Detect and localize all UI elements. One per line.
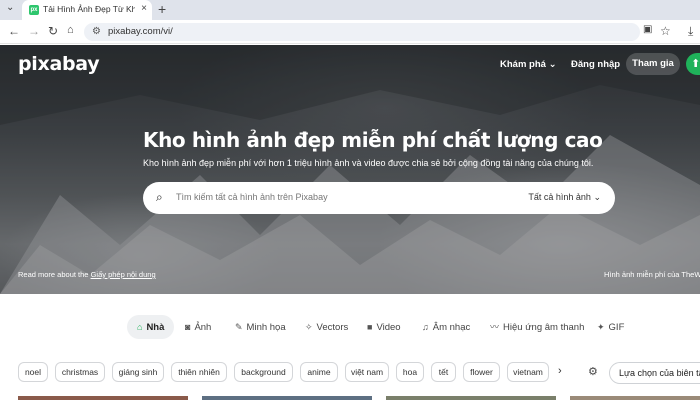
sound-wave-icon: 〰	[490, 322, 500, 332]
tab-title: Tải Hình Ảnh Đẹp Từ Kho Hình	[43, 4, 135, 14]
new-tab-icon[interactable]: +	[158, 1, 166, 17]
camera-icon: ◙	[185, 322, 191, 332]
hero-overlay	[0, 45, 700, 294]
gallery-image[interactable]	[570, 396, 700, 400]
license-prefix: Read more about the	[18, 270, 89, 279]
tag-chip[interactable]: vietnam	[507, 362, 549, 382]
browser-tab-bar: ⌄ px Tải Hình Ảnh Đẹp Từ Kho Hình × +	[0, 0, 700, 20]
chevron-right-icon[interactable]: ›	[558, 365, 562, 377]
tab-label: Âm nhạc	[432, 322, 471, 333]
tab-label: Hiệu ứng âm thanh	[503, 322, 585, 333]
tab-gif[interactable]: ✦ GIF	[597, 315, 624, 339]
tag-chip[interactable]: noel	[18, 362, 48, 382]
search-type-label: Tất cả hình ảnh	[528, 192, 591, 202]
category-tabs: ⌂ Nhà ◙ Ảnh ✎ Minh họa ✧ Vectors ■ Video ♫ Âm …	[0, 315, 700, 341]
tag-chip[interactable]: background	[234, 362, 293, 382]
video-icon: ■	[367, 322, 373, 332]
music-icon: ♫	[422, 322, 429, 332]
forward-icon[interactable]: →	[28, 24, 40, 38]
pixabay-favicon-icon: px	[29, 5, 39, 15]
pen-icon: ✎	[235, 322, 243, 332]
install-app-icon[interactable]: ▣	[643, 24, 652, 35]
tab-photos[interactable]: ◙ Ảnh	[185, 315, 211, 339]
url-text: pixabay.com/vi/	[108, 26, 173, 37]
tab-music[interactable]: ♫ Âm nhạc	[422, 315, 470, 339]
tab-illustrations[interactable]: ✎ Minh họa	[235, 315, 286, 339]
tag-list: noel christmas giáng sinh thiên nhiên ba…	[0, 362, 700, 384]
tag-chip[interactable]: christmas	[55, 362, 105, 382]
hero-subtitle: Kho hình ảnh đẹp miễn phí với hơn 1 triệ…	[143, 158, 594, 168]
tab-sound-effects[interactable]: 〰 Hiệu ứng âm thanh	[490, 315, 584, 339]
vector-icon: ✧	[305, 322, 313, 332]
browser-tab[interactable]: px Tải Hình Ảnh Đẹp Từ Kho Hình ×	[22, 0, 152, 20]
back-icon[interactable]: ←	[8, 24, 20, 38]
tab-label: Nhà	[146, 322, 165, 333]
browser-toolbar: ← → ↻ ⌂ ⚙ pixabay.com/vi/ ▣ ☆ ⤓	[0, 20, 700, 44]
tab-videos[interactable]: ■ Video	[367, 315, 401, 339]
editors-choice-button[interactable]: Lựa chọn của biên tập	[609, 362, 700, 384]
tab-label: GIF	[608, 322, 625, 333]
reload-icon[interactable]: ↻	[48, 24, 58, 38]
tag-chip[interactable]: flower	[463, 362, 500, 382]
hero-banner: pixabay Khám phá ⌄ Đăng nhập Tham gia ⬆ …	[0, 45, 700, 294]
gallery-image[interactable]	[386, 396, 556, 400]
tag-chip[interactable]: việt nam	[345, 362, 389, 382]
login-link[interactable]: Đăng nhập	[571, 59, 620, 70]
join-button[interactable]: Tham gia	[626, 53, 680, 75]
home-icon[interactable]: ⌂	[67, 24, 74, 36]
chevron-down-icon: ⌄	[593, 192, 601, 202]
pixabay-logo[interactable]: pixabay	[18, 53, 100, 75]
settings-icon[interactable]: ⚙	[588, 365, 598, 378]
upload-icon: ⬆	[691, 58, 700, 70]
tag-chip[interactable]: giáng sinh	[112, 362, 164, 382]
license-note: Read more about the Giấy phép nội dung	[18, 270, 156, 279]
license-link[interactable]: Giấy phép nội dung	[91, 270, 156, 279]
tag-chip[interactable]: thiên nhiên	[171, 362, 227, 382]
search-bar[interactable]: ⌕ Tìm kiếm tất cả hình ảnh trên Pixabay …	[143, 182, 615, 214]
bookmark-star-icon[interactable]: ☆	[660, 24, 671, 38]
explore-label: Khám phá	[500, 59, 546, 70]
tab-label: Minh họa	[246, 322, 286, 333]
close-tab-icon[interactable]: ×	[141, 3, 147, 14]
gallery-image[interactable]	[18, 396, 188, 400]
tab-vectors[interactable]: ✧ Vectors	[305, 315, 348, 339]
download-icon[interactable]: ⤓	[688, 24, 693, 39]
tab-label: Video	[376, 322, 401, 333]
tag-chip[interactable]: hoa	[396, 362, 424, 382]
tab-label: Ảnh	[194, 322, 212, 333]
gallery-image[interactable]	[202, 396, 372, 400]
tag-chip[interactable]: tết	[431, 362, 456, 382]
tag-chip[interactable]: anime	[300, 362, 338, 382]
address-bar[interactable]: ⚙ pixabay.com/vi/	[84, 23, 640, 41]
search-icon[interactable]: ⌕	[156, 190, 163, 205]
tab-home[interactable]: ⌂ Nhà	[127, 315, 175, 339]
explore-menu[interactable]: Khám phá ⌄	[500, 59, 557, 70]
search-type-dropdown[interactable]: Tất cả hình ảnh ⌄	[528, 192, 601, 203]
tab-search-dropdown-icon[interactable]: ⌄	[6, 2, 14, 13]
image-credit[interactable]: Hình ảnh miễn phí của TheWa	[604, 270, 700, 279]
gif-icon: ✦	[597, 322, 605, 332]
chevron-down-icon: ⌄	[548, 59, 557, 70]
home-icon: ⌂	[137, 322, 143, 332]
hero-title: Kho hình ảnh đẹp miễn phí chất lượng cao	[143, 128, 603, 152]
site-info-icon[interactable]: ⚙	[92, 26, 101, 37]
search-input[interactable]: Tìm kiếm tất cả hình ảnh trên Pixabay	[176, 192, 328, 202]
tab-label: Vectors	[316, 322, 349, 333]
